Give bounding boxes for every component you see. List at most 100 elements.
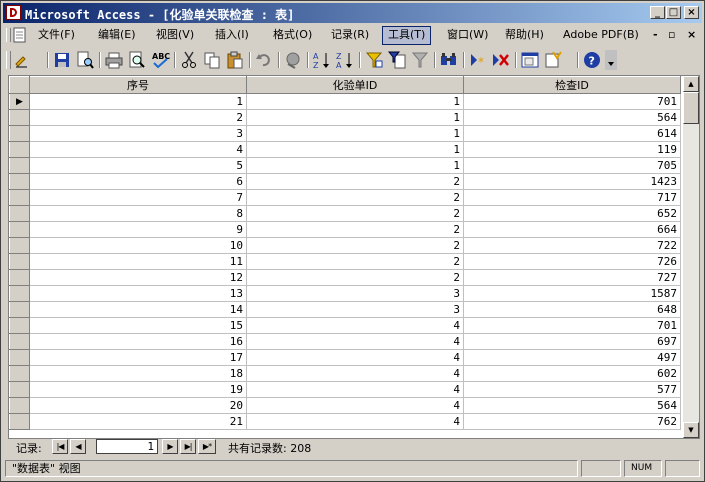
next-record-icon[interactable]: ▶: [162, 439, 178, 454]
table-row[interactable]: 16 4 697: [9, 333, 681, 350]
paste-icon[interactable]: [225, 50, 245, 70]
cell-check-id[interactable]: 614: [463, 125, 681, 142]
record-selector[interactable]: [9, 317, 30, 334]
cell-lab-order-id[interactable]: 4: [246, 333, 464, 350]
table-row[interactable]: 8 2 652: [9, 205, 681, 222]
print-preview-icon[interactable]: [127, 50, 147, 70]
table-row[interactable]: 10 2 722: [9, 237, 681, 254]
view-icon[interactable]: [13, 50, 43, 70]
menu-insert[interactable]: 插入(I): [210, 26, 254, 43]
cell-check-id[interactable]: 697: [463, 333, 681, 350]
cell-lab-order-id[interactable]: 1: [246, 93, 464, 110]
cell-check-id[interactable]: 564: [463, 109, 681, 126]
filter-by-form-icon[interactable]: [387, 50, 407, 70]
cell-check-id[interactable]: 497: [463, 349, 681, 366]
table-row[interactable]: 4 1 119: [9, 141, 681, 158]
cell-lab-order-id[interactable]: 2: [246, 173, 464, 190]
cell-check-id[interactable]: 119: [463, 141, 681, 158]
cell-lab-order-id[interactable]: 4: [246, 317, 464, 334]
record-selector[interactable]: [9, 413, 30, 430]
search-file-icon[interactable]: [75, 50, 95, 70]
cell-check-id[interactable]: 705: [463, 157, 681, 174]
current-record-input[interactable]: 1: [96, 439, 158, 454]
copy-icon[interactable]: [202, 50, 222, 70]
cell-seq[interactable]: 2: [29, 109, 247, 126]
cell-seq[interactable]: 3: [29, 125, 247, 142]
menu-file[interactable]: 文件(F): [33, 26, 80, 43]
cell-seq[interactable]: 16: [29, 333, 247, 350]
toolbar-grip[interactable]: [6, 51, 11, 69]
scroll-down-arrow-icon[interactable]: ▼: [683, 422, 699, 438]
menu-view[interactable]: 视图(V): [151, 26, 199, 43]
help-icon[interactable]: ?: [582, 50, 602, 70]
cell-lab-order-id[interactable]: 1: [246, 125, 464, 142]
cell-seq[interactable]: 20: [29, 397, 247, 414]
cell-seq[interactable]: 12: [29, 269, 247, 286]
cell-check-id[interactable]: 701: [463, 317, 681, 334]
menubar-grip[interactable]: [6, 28, 11, 42]
undo-icon[interactable]: [254, 50, 274, 70]
table-row[interactable]: ▶ 1 1 701: [9, 93, 681, 110]
table-row[interactable]: 20 4 564: [9, 397, 681, 414]
menu-edit[interactable]: 编辑(E): [93, 26, 141, 43]
table-row[interactable]: 6 2 1423: [9, 173, 681, 190]
first-record-icon[interactable]: |◀: [52, 439, 68, 454]
cell-lab-order-id[interactable]: 2: [246, 205, 464, 222]
scroll-up-arrow-icon[interactable]: ▲: [683, 76, 699, 92]
cell-lab-order-id[interactable]: 2: [246, 237, 464, 254]
table-row[interactable]: 5 1 705: [9, 157, 681, 174]
cell-check-id[interactable]: 701: [463, 93, 681, 110]
cell-lab-order-id[interactable]: 3: [246, 285, 464, 302]
column-header-check-id[interactable]: 检查ID: [463, 76, 681, 94]
cell-check-id[interactable]: 577: [463, 381, 681, 398]
filter-by-selection-icon[interactable]: [364, 50, 384, 70]
apply-filter-icon[interactable]: [410, 50, 430, 70]
cell-seq[interactable]: 17: [29, 349, 247, 366]
table-row[interactable]: 9 2 664: [9, 221, 681, 238]
cell-lab-order-id[interactable]: 2: [246, 221, 464, 238]
minimize-button[interactable]: _: [650, 6, 665, 19]
cell-lab-order-id[interactable]: 4: [246, 349, 464, 366]
cell-lab-order-id[interactable]: 4: [246, 381, 464, 398]
cell-seq[interactable]: 14: [29, 301, 247, 318]
table-row[interactable]: 7 2 717: [9, 189, 681, 206]
save-icon[interactable]: [52, 50, 72, 70]
record-selector[interactable]: [9, 397, 30, 414]
record-selector[interactable]: [9, 125, 30, 142]
cell-check-id[interactable]: 652: [463, 205, 681, 222]
menu-format[interactable]: 格式(O): [268, 26, 317, 43]
vertical-scrollbar[interactable]: ▲ ▼: [683, 76, 699, 438]
cut-icon[interactable]: [179, 50, 199, 70]
menu-help[interactable]: 帮助(H): [500, 26, 549, 43]
cell-seq[interactable]: 13: [29, 285, 247, 302]
record-selector[interactable]: [9, 333, 30, 350]
record-selector[interactable]: [9, 269, 30, 286]
cell-seq[interactable]: 21: [29, 413, 247, 430]
menu-adobe-pdf[interactable]: Adobe PDF(B): [558, 26, 644, 43]
cell-seq[interactable]: 7: [29, 189, 247, 206]
cell-check-id[interactable]: 648: [463, 301, 681, 318]
cell-seq[interactable]: 10: [29, 237, 247, 254]
sort-descending-icon[interactable]: ZA: [335, 50, 355, 70]
cell-lab-order-id[interactable]: 1: [246, 109, 464, 126]
previous-record-icon[interactable]: ◀: [70, 439, 86, 454]
sort-ascending-icon[interactable]: AZ: [312, 50, 332, 70]
record-selector[interactable]: [9, 237, 30, 254]
select-all-cell[interactable]: [9, 76, 30, 94]
cell-seq[interactable]: 9: [29, 221, 247, 238]
cell-check-id[interactable]: 726: [463, 253, 681, 270]
mdi-restore-icon[interactable]: ▫: [668, 28, 675, 41]
table-row[interactable]: 14 3 648: [9, 301, 681, 318]
cell-check-id[interactable]: 762: [463, 413, 681, 430]
record-selector[interactable]: [9, 189, 30, 206]
table-row[interactable]: 11 2 726: [9, 253, 681, 270]
table-row[interactable]: 15 4 701: [9, 317, 681, 334]
cell-seq[interactable]: 4: [29, 141, 247, 158]
record-selector[interactable]: [9, 349, 30, 366]
table-row[interactable]: 18 4 602: [9, 365, 681, 382]
print-icon[interactable]: [104, 50, 124, 70]
table-row[interactable]: 19 4 577: [9, 381, 681, 398]
cell-check-id[interactable]: 1423: [463, 173, 681, 190]
cell-check-id[interactable]: 602: [463, 365, 681, 382]
delete-record-icon[interactable]: [491, 50, 511, 70]
